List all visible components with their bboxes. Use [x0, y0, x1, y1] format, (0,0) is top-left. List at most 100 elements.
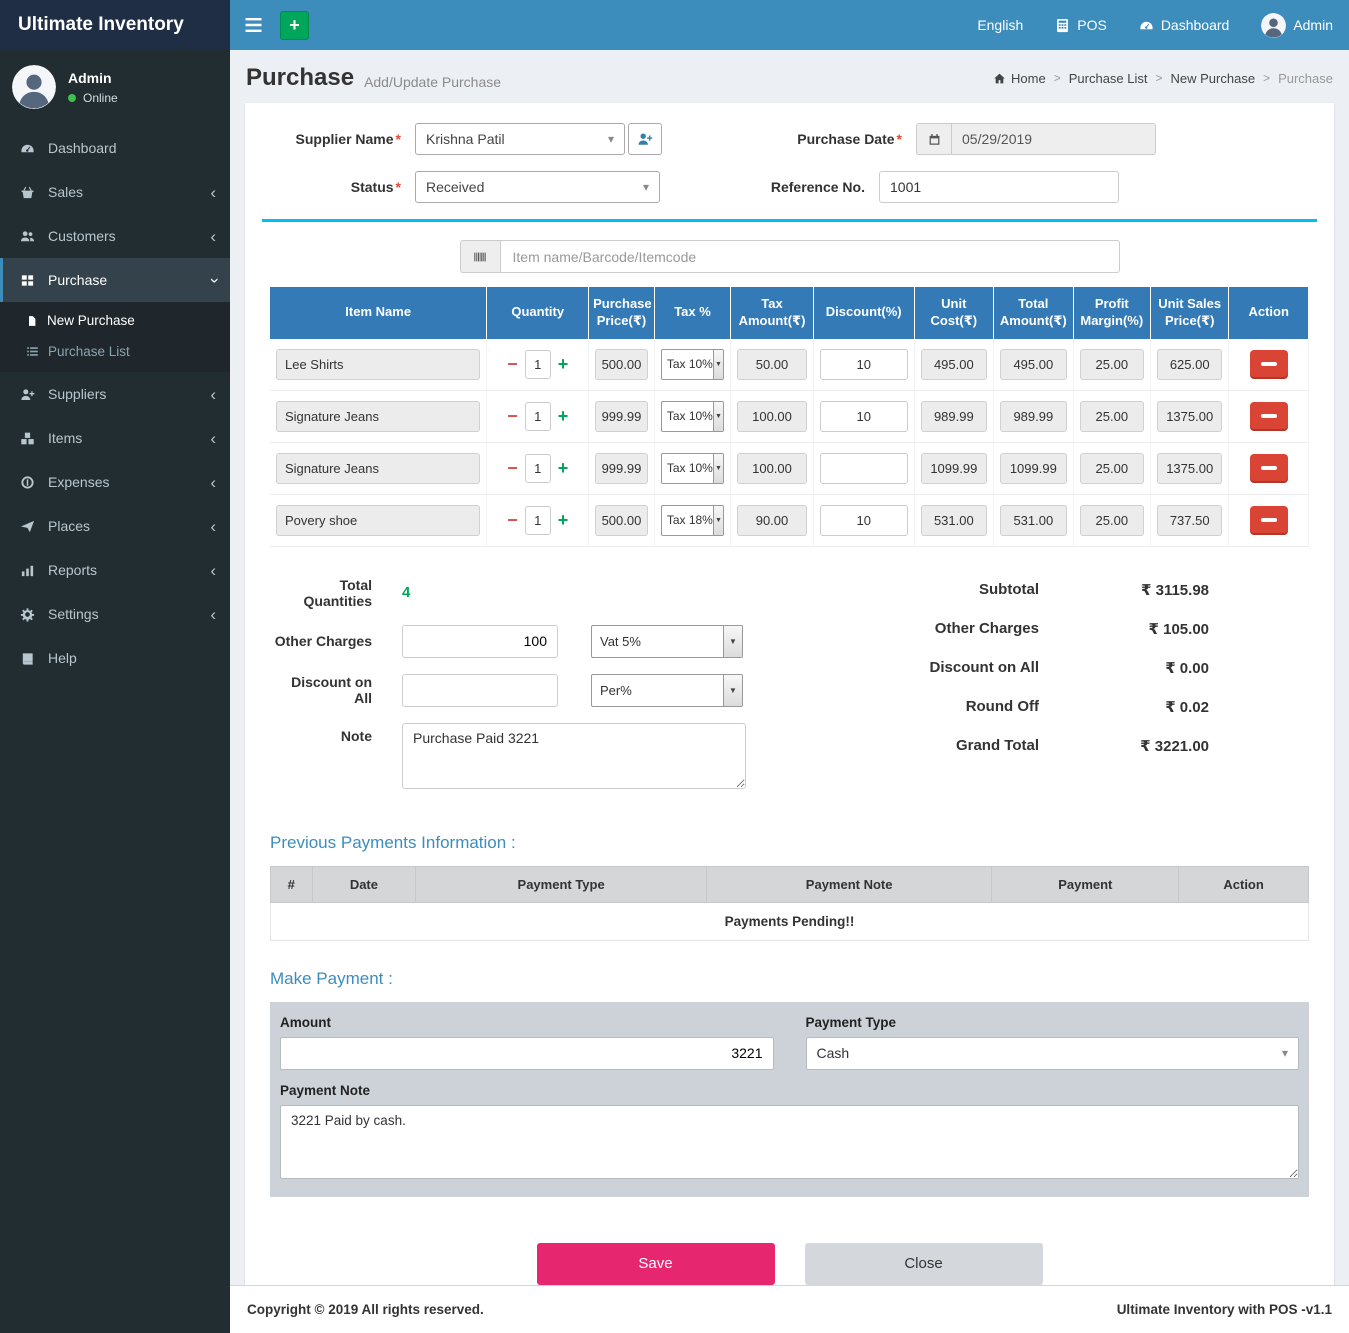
delete-row-button[interactable]	[1250, 454, 1288, 483]
user-avatar	[1261, 13, 1286, 38]
qty-input[interactable]: 1	[525, 454, 551, 483]
sidebar-item-items[interactable]: Items ‹	[0, 416, 230, 460]
qty-increase-button[interactable]: +	[558, 407, 569, 425]
breadcrumb-purchase-list[interactable]: Purchase List	[1069, 71, 1148, 86]
chevron-left-icon: ‹	[210, 562, 216, 579]
discount-input[interactable]	[820, 453, 908, 484]
delete-row-button[interactable]	[1250, 350, 1288, 379]
supplier-select-value: Krishna Patil	[426, 131, 505, 147]
main-content: Purchase Add/Update Purchase Home > Purc…	[230, 50, 1349, 1285]
discount-all-type-select[interactable]: Per% ▼	[591, 674, 743, 707]
select-arrow-icon: ▼	[713, 402, 723, 431]
breadcrumb-separator: >	[1054, 71, 1061, 85]
col-total-amount: Total Amount(₹)	[994, 287, 1074, 339]
other-charges-input[interactable]	[402, 625, 558, 658]
discount-all-label: Discount on All	[270, 674, 402, 706]
item-row: Povery shoe −1+ 500.00 Tax 18%▼ 90.00 53…	[270, 495, 1309, 547]
note-label: Note	[270, 723, 402, 744]
tax-select[interactable]: Tax 10%▼	[661, 453, 724, 484]
quick-add-button[interactable]: +	[280, 11, 309, 40]
qty-decrease-button[interactable]: −	[507, 355, 518, 373]
unit-cost-box: 495.00	[921, 349, 988, 380]
summary-row-grand-total: Grand Total₹ 3221.00	[930, 737, 1209, 755]
sidebar-item-sales[interactable]: Sales ‹	[0, 170, 230, 214]
discount-input[interactable]	[820, 401, 908, 432]
payment-type-label: Payment Type	[806, 1015, 1300, 1030]
delete-row-button[interactable]	[1250, 402, 1288, 431]
note-textarea[interactable]: Purchase Paid 3221	[402, 723, 746, 789]
sidebar-item-new-purchase[interactable]: New Purchase	[0, 305, 230, 336]
user-menu[interactable]: Admin	[1245, 13, 1349, 38]
close-button[interactable]: Close	[805, 1243, 1043, 1285]
qty-increase-button[interactable]: +	[558, 459, 569, 477]
chevron-left-icon: ‹	[210, 518, 216, 535]
tax-select[interactable]: Tax 10%▼	[661, 349, 724, 380]
breadcrumb-home[interactable]: Home	[993, 71, 1046, 86]
sidebar-item-reports[interactable]: Reports ‹	[0, 548, 230, 592]
language-label: English	[977, 17, 1023, 33]
discount-all-input[interactable]	[402, 674, 558, 707]
sidebar-item-suppliers[interactable]: Suppliers ‹	[0, 372, 230, 416]
sidebar-item-places[interactable]: Places ‹	[0, 504, 230, 548]
online-dot-icon	[68, 94, 76, 102]
qty-increase-button[interactable]: +	[558, 355, 569, 373]
add-supplier-button[interactable]	[628, 123, 662, 155]
sidebar-item-help[interactable]: Help	[0, 636, 230, 680]
sidebar-item-settings[interactable]: Settings ‹	[0, 592, 230, 636]
tax-select-value: Tax 18%	[662, 513, 713, 527]
users-icon	[16, 229, 38, 244]
purchase-date-input[interactable]	[951, 123, 1156, 155]
payments-table: # Date Payment Type Payment Note Payment…	[270, 866, 1309, 941]
other-charges-tax-select[interactable]: Vat 5% ▼	[591, 625, 743, 658]
chevron-left-icon: ‹	[210, 474, 216, 491]
delete-row-button[interactable]	[1250, 506, 1288, 535]
sidebar-item-label: Expenses	[48, 474, 109, 490]
sidebar-item-purchase[interactable]: Purchase ‹	[0, 258, 230, 302]
qty-input[interactable]: 1	[525, 402, 551, 431]
reference-input[interactable]	[879, 171, 1119, 203]
qty-increase-button[interactable]: +	[558, 511, 569, 529]
col-tax-amount: Tax Amount(₹)	[731, 287, 814, 339]
dashboard-menu[interactable]: Dashboard	[1123, 13, 1246, 38]
qty-input[interactable]: 1	[525, 350, 551, 379]
tax-select[interactable]: Tax 10%▼	[661, 401, 724, 432]
bar-chart-icon	[16, 563, 38, 578]
sidebar-item-expenses[interactable]: Expenses ‹	[0, 460, 230, 504]
status-select[interactable]: Received ▾	[415, 171, 660, 203]
tax-amount-box: 100.00	[737, 453, 807, 484]
tax-select[interactable]: Tax 18%▼	[661, 505, 724, 536]
item-row: Signature Jeans −1+ 999.99 Tax 10%▼ 100.…	[270, 443, 1309, 495]
supplier-select[interactable]: Krishna Patil ▾	[415, 123, 625, 155]
discount-input[interactable]	[820, 505, 908, 536]
user-plus-icon	[637, 131, 653, 147]
footer-version: Ultimate Inventory with POS -v1.1	[1117, 1302, 1332, 1317]
user-status: Online	[68, 91, 118, 105]
tax-amount-box: 90.00	[737, 505, 807, 536]
breadcrumb-new-purchase[interactable]: New Purchase	[1171, 71, 1256, 86]
sidebar-item-purchase-list[interactable]: Purchase List	[0, 336, 230, 367]
payment-note-textarea[interactable]: 3221 Paid by cash.	[280, 1105, 1299, 1179]
form-actions: Save Close	[270, 1243, 1309, 1285]
calendar-addon	[916, 123, 951, 155]
discount-input[interactable]	[820, 349, 908, 380]
qty-input[interactable]: 1	[525, 506, 551, 535]
language-menu[interactable]: English	[961, 13, 1039, 38]
col-action: Action	[1229, 287, 1309, 339]
item-search-input[interactable]	[500, 240, 1120, 273]
item-name-box: Signature Jeans	[276, 401, 480, 432]
sidebar-item-customers[interactable]: Customers ‹	[0, 214, 230, 258]
qty-decrease-button[interactable]: −	[507, 459, 518, 477]
pos-menu[interactable]: POS	[1039, 13, 1123, 38]
sidebar-toggle-button[interactable]	[230, 0, 276, 50]
unit-sales-price-box: 625.00	[1157, 349, 1222, 380]
qty-decrease-button[interactable]: −	[507, 407, 518, 425]
barcode-icon	[472, 250, 488, 264]
col-unit-cost: Unit Cost(₹)	[915, 287, 995, 339]
save-button[interactable]: Save	[537, 1243, 775, 1285]
sidebar-item-dashboard[interactable]: Dashboard	[0, 126, 230, 170]
profit-margin-box: 25.00	[1080, 453, 1144, 484]
amount-input[interactable]	[280, 1037, 774, 1070]
qty-decrease-button[interactable]: −	[507, 511, 518, 529]
payment-type-select[interactable]: Cash ▾	[806, 1037, 1300, 1070]
purchase-price-box: 999.99	[595, 401, 648, 432]
